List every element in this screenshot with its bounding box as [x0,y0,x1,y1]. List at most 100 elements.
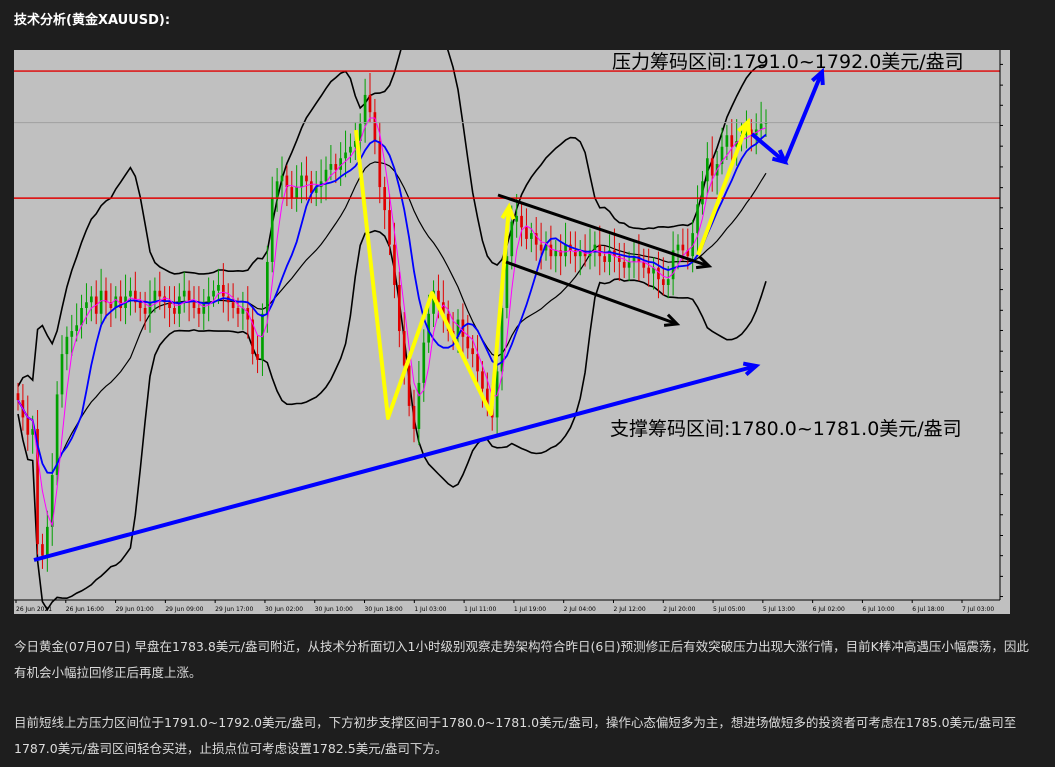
candle-body [422,342,426,383]
candle-body [476,354,479,372]
candle-body [710,158,714,176]
page-heading: 技术分析(黄金XAUUSD): [14,13,171,28]
candle-body [182,290,186,297]
candle-body [593,244,597,251]
x-tick-label: 1 Jul 19:00 [514,606,546,613]
x-tick-label: 1 Jul 03:00 [414,606,446,613]
price-chart: 26 Jun 2021 26 Jun 16:00 29 Jun 01:00 29 Ju… [14,50,1010,614]
candle-body [549,244,553,257]
candle-body [221,284,225,297]
candle-body [207,296,211,303]
candle-body [324,169,328,182]
candle-body [295,187,299,199]
x-tick-label: 30 Jun 02:00 [265,606,303,613]
candle-body [466,336,470,349]
candle-body [148,302,152,314]
plot-background [14,50,1010,614]
candle-body [666,279,670,285]
candle-body [373,112,377,141]
candle-body [89,296,93,303]
x-tick-label: 5 Jul 13:00 [763,606,795,613]
candle-body [529,233,533,239]
candle-body [481,371,484,389]
candle-body [730,135,734,147]
x-tick-label: 6 Jul 18:00 [912,606,944,613]
candle-body [417,382,421,429]
x-tick-label: 2 Jul 12:00 [613,606,645,613]
candle-body [270,198,274,262]
candle-body [197,308,201,314]
candle-body [41,544,44,556]
candle-body [329,164,333,170]
candle-body [554,250,558,257]
candle-body [525,227,528,239]
analysis-paragraph-2: 目前短线上方压力区间位于1791.0~1792.0美元/盎司，下方初步支撑区间于… [14,715,1017,756]
x-tick-label: 26 Jun 16:00 [66,606,104,613]
candle-body [217,284,220,291]
x-tick-label: 29 Jun 17:00 [215,606,253,613]
candle-body [236,308,240,314]
candle-body [26,417,30,435]
x-tick-label: 6 Jul 02:00 [813,606,845,613]
candle-body [349,146,352,153]
chart-svg: 26 Jun 2021 26 Jun 16:00 29 Jun 01:00 29 Ju… [14,50,1010,614]
candle-body [378,140,382,188]
candle-body [539,244,543,251]
candle-body [70,331,74,337]
candle-body [393,244,396,285]
candle-body [212,290,215,297]
candle-body [603,256,607,262]
candle-body [138,302,142,309]
candle-body [397,284,401,332]
candle-body [300,175,303,188]
candle-body [471,348,475,355]
y-axis-strip [1000,50,1010,614]
candle-body [701,181,704,205]
candle-body [520,215,523,228]
candle-body [676,244,680,251]
candle-body [627,261,631,268]
x-tick-label: 26 Jun 2021 [16,606,52,613]
x-tick-label: 2 Jul 20:00 [663,606,695,613]
candle-body [153,290,157,303]
candle-body [256,354,259,360]
candle-body [75,325,79,332]
candle-body [622,261,626,268]
x-tick-label: 6 Jul 10:00 [862,606,894,613]
candle-body [696,204,699,234]
candle-body [564,244,567,257]
candle-body [334,164,338,170]
candle-body [129,290,132,297]
resistance-annotation: 压力筹码区间:1791.0~1792.0美元/盎司 [612,51,964,73]
candle-body [143,308,147,314]
candle-body [388,210,391,245]
candle-body [173,308,176,314]
candle-body [305,175,308,182]
x-tick-label: 5 Jul 05:00 [713,606,745,613]
x-tick-label: 2 Jul 04:00 [564,606,596,613]
candle-body [344,152,347,159]
candle-body [759,123,763,130]
candle-body [515,215,519,222]
candle-body [231,302,235,309]
x-tick-label: 29 Jun 01:00 [116,606,154,613]
candle-body [265,261,269,314]
analysis-paragraph-1: 今日黄金(07月07日) 早盘在1783.8美元/盎司附近，从技术分析面切入1小… [14,639,1029,680]
candle-body [158,290,162,297]
candle-body [647,267,651,274]
x-tick-label: 29 Jun 09:00 [165,606,203,613]
candle-body [402,331,406,366]
candle-body [168,302,171,309]
candle-body [510,221,514,257]
candle-body [290,187,294,199]
x-tick-label: 30 Jun 18:00 [365,606,403,613]
candle-body [339,158,343,170]
candle-body [681,244,685,251]
support-annotation: 支撑筹码区间:1780.0~1781.0美元/盎司 [610,418,962,440]
candle-body [407,365,411,406]
candle-body [598,244,602,257]
x-tick-label: 1 Jul 11:00 [464,606,496,613]
candle-body [280,175,284,182]
candle-body [45,526,49,556]
candle-body [192,302,196,309]
